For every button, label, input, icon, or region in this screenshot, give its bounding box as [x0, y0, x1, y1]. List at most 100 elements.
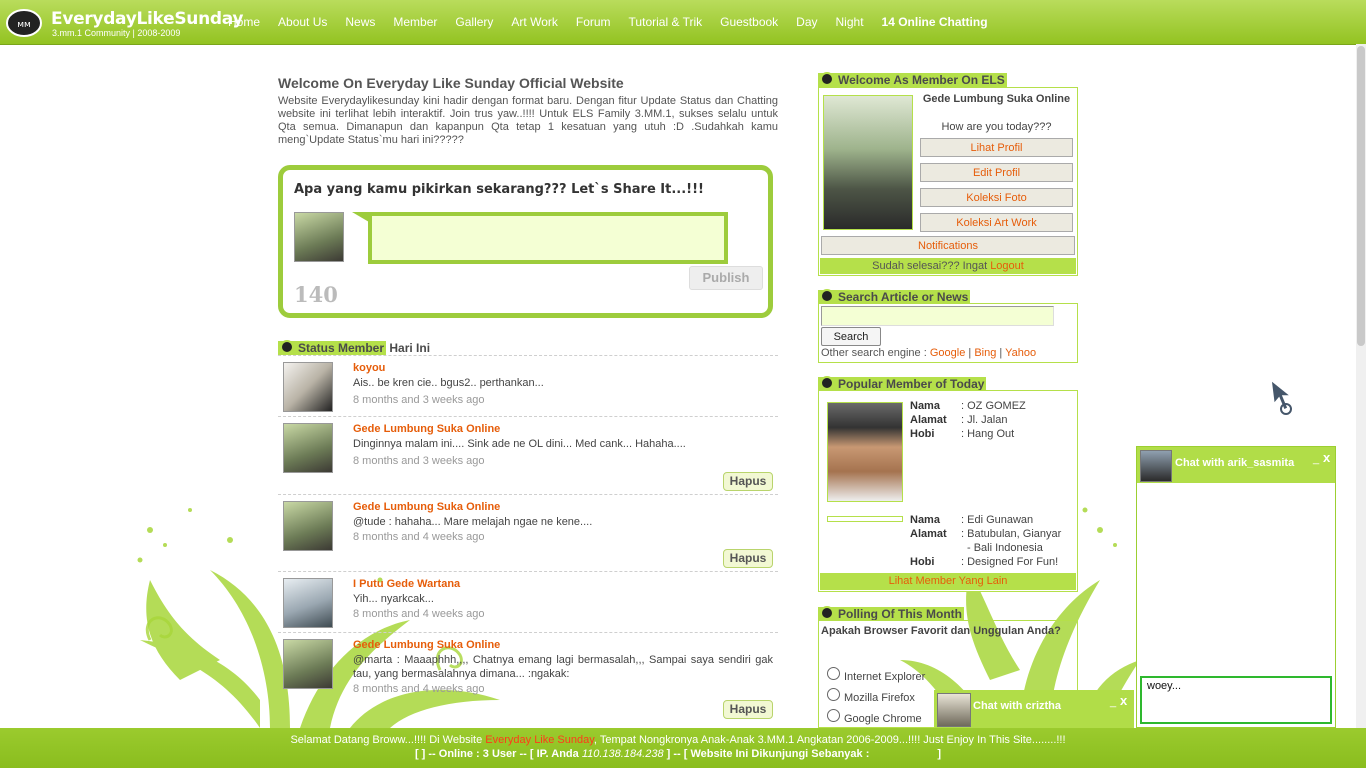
chat-close-button[interactable]: x: [1323, 450, 1330, 465]
poll-title: Polling Of This Month: [838, 607, 962, 621]
other-engines-label: Other search engine :: [821, 347, 930, 359]
footer-welcome: Selamat Datang Broww...!!!! Di Website E…: [0, 734, 1356, 746]
popular-member-box: Nama Alamat Hobi : OZ GOMEZ : Jl. Jalan …: [818, 390, 1078, 592]
footer-text: , Tempat Nongkronya Anak-Anak 3.MM.1 Ang…: [593, 734, 1066, 746]
label-nama: Nama: [910, 400, 940, 412]
chat-header[interactable]: Chat with arik_sasmita _ x: [1137, 447, 1335, 483]
google-link[interactable]: Google: [930, 347, 965, 359]
label-alamat: Alamat: [910, 414, 947, 426]
nav-news[interactable]: News: [345, 15, 375, 29]
footer-ip-label: -- [ IP. Anda: [516, 748, 582, 760]
chat-avatar: [1140, 450, 1172, 482]
status-avatar[interactable]: [283, 501, 333, 551]
chat-title: Chat with criztha: [973, 700, 1062, 712]
member2-name: : Edi Gunawan: [961, 514, 1034, 526]
nav-home[interactable]: Home: [228, 15, 260, 29]
nav-gallery[interactable]: Gallery: [455, 15, 493, 29]
site-logo-icon[interactable]: ᴍᴍ: [6, 9, 42, 37]
welcome-text: Website Everydaylikesunday kini hadir de…: [278, 95, 778, 146]
brand-title[interactable]: EverydayLikeSunday: [51, 9, 243, 29]
artwork-collection-button[interactable]: Koleksi Art Work: [920, 213, 1073, 232]
status-author[interactable]: Gede Lumbung Suka Online: [353, 639, 500, 651]
poll-option-firefox[interactable]: Mozilla Firefox: [844, 692, 915, 704]
poll-option-ie[interactable]: Internet Explorer: [844, 671, 925, 683]
edit-profile-button[interactable]: Edit Profil: [920, 163, 1073, 182]
label-alamat: Alamat: [910, 528, 947, 540]
status-author[interactable]: koyou: [353, 362, 385, 374]
member2-address-2: - Bali Indonesia: [967, 542, 1043, 554]
bullet-icon: [820, 376, 834, 390]
nav-online-chatting[interactable]: 14 Online Chatting: [882, 15, 988, 29]
status-textarea[interactable]: [368, 212, 728, 264]
bullet-icon: [820, 289, 834, 303]
footer-site-link[interactable]: Everyday Like Sunday: [485, 734, 594, 746]
poll-radio-chrome[interactable]: [827, 709, 840, 722]
member-greeting: How are you today???: [941, 121, 1052, 133]
poll-radio-firefox[interactable]: [827, 688, 840, 701]
bing-link[interactable]: Bing: [974, 347, 996, 359]
publish-button[interactable]: Publish: [689, 266, 763, 290]
status-avatar[interactable]: [283, 423, 333, 473]
footer-visits-label: ] -- [ Website Ini Dikunjungi Sebanyak :: [663, 748, 870, 760]
bullet-icon: [820, 606, 834, 620]
photo-collection-button[interactable]: Koleksi Foto: [920, 188, 1073, 207]
page-scrollbar[interactable]: [1356, 44, 1366, 734]
footer-stats: [ ] -- Online : 3 User -- [ IP. Anda 110…: [0, 748, 1356, 760]
popular-member-photo-2[interactable]: [827, 516, 903, 522]
logout-link[interactable]: Logout: [990, 260, 1024, 272]
chat-minimize-button[interactable]: _: [1313, 453, 1319, 465]
poll-radio-ie[interactable]: [827, 667, 840, 680]
notifications-button[interactable]: Notifications: [821, 236, 1075, 255]
see-more-members-link[interactable]: Lihat Member Yang Lain: [820, 573, 1076, 590]
status-avatar[interactable]: [283, 639, 333, 689]
svg-text:ᴍᴍ: ᴍᴍ: [17, 20, 31, 30]
nav-art-work[interactable]: Art Work: [511, 15, 557, 29]
logout-bar: Sudah selesai??? Ingat Logout: [820, 258, 1076, 274]
yahoo-link[interactable]: Yahoo: [1005, 347, 1036, 359]
chat-message-input[interactable]: woey...: [1140, 676, 1332, 724]
status-time: 8 months and 4 weeks ago: [353, 608, 485, 620]
delete-status-button[interactable]: Hapus: [723, 700, 773, 719]
status-avatar[interactable]: [283, 362, 333, 412]
status-author[interactable]: Gede Lumbung Suka Online: [353, 423, 500, 435]
footer-ip-value: 110.138.184.238: [581, 748, 664, 760]
chat-title: Chat with arik_sasmita: [1175, 457, 1295, 469]
footer-bracket: ]: [937, 748, 942, 760]
poll-option-chrome[interactable]: Google Chrome: [844, 713, 922, 725]
member1-name: : OZ GOMEZ: [961, 400, 1026, 412]
chat-avatar: [937, 693, 971, 727]
view-profile-button[interactable]: Lihat Profil: [920, 138, 1073, 157]
member1-address: : Jl. Jalan: [961, 414, 1008, 426]
delete-status-button[interactable]: Hapus: [723, 472, 773, 491]
status-author[interactable]: Gede Lumbung Suka Online: [353, 501, 500, 513]
member-photo: [823, 95, 913, 230]
popular-member-title: Popular Member of Today: [838, 377, 985, 391]
nav-day[interactable]: Day: [796, 15, 817, 29]
delete-status-button[interactable]: Hapus: [723, 549, 773, 568]
status-time: 8 months and 3 weeks ago: [353, 455, 485, 467]
search-box-header: Search Article or News: [818, 289, 971, 304]
nav-about-us[interactable]: About Us: [278, 15, 327, 29]
chat-close-button[interactable]: x: [1120, 693, 1127, 708]
logout-prompt: Sudah selesai??? Ingat: [872, 260, 991, 272]
character-counter: 140: [294, 282, 338, 307]
nav-member[interactable]: Member: [393, 15, 437, 29]
poll-question: Apakah Browser Favorit dan Unggulan Anda…: [821, 625, 1061, 637]
label-hobi: Hobi: [910, 428, 935, 440]
status-author[interactable]: I Putu Gede Wartana: [353, 578, 460, 590]
nav-tutorial[interactable]: Tutorial & Trik: [629, 15, 703, 29]
nav-forum[interactable]: Forum: [576, 15, 611, 29]
scrollbar-thumb[interactable]: [1357, 46, 1365, 346]
separator: |: [965, 347, 975, 359]
chat-window-criztha[interactable]: Chat with criztha _ x: [934, 690, 1134, 728]
nav-guestbook[interactable]: Guestbook: [720, 15, 778, 29]
status-update-box: Apa yang kamu pikirkan sekarang??? Let`s…: [278, 165, 773, 318]
cursor-pointer-icon: [1270, 378, 1294, 415]
nav-night[interactable]: Night: [836, 15, 864, 29]
search-input[interactable]: [821, 306, 1054, 326]
status-avatar[interactable]: [283, 578, 333, 628]
search-button[interactable]: Search: [821, 327, 881, 346]
chat-minimize-button[interactable]: _: [1110, 696, 1116, 708]
popular-member-photo[interactable]: [827, 402, 903, 502]
footer-text: Selamat Datang Broww...!!!! Di Website: [290, 734, 486, 746]
